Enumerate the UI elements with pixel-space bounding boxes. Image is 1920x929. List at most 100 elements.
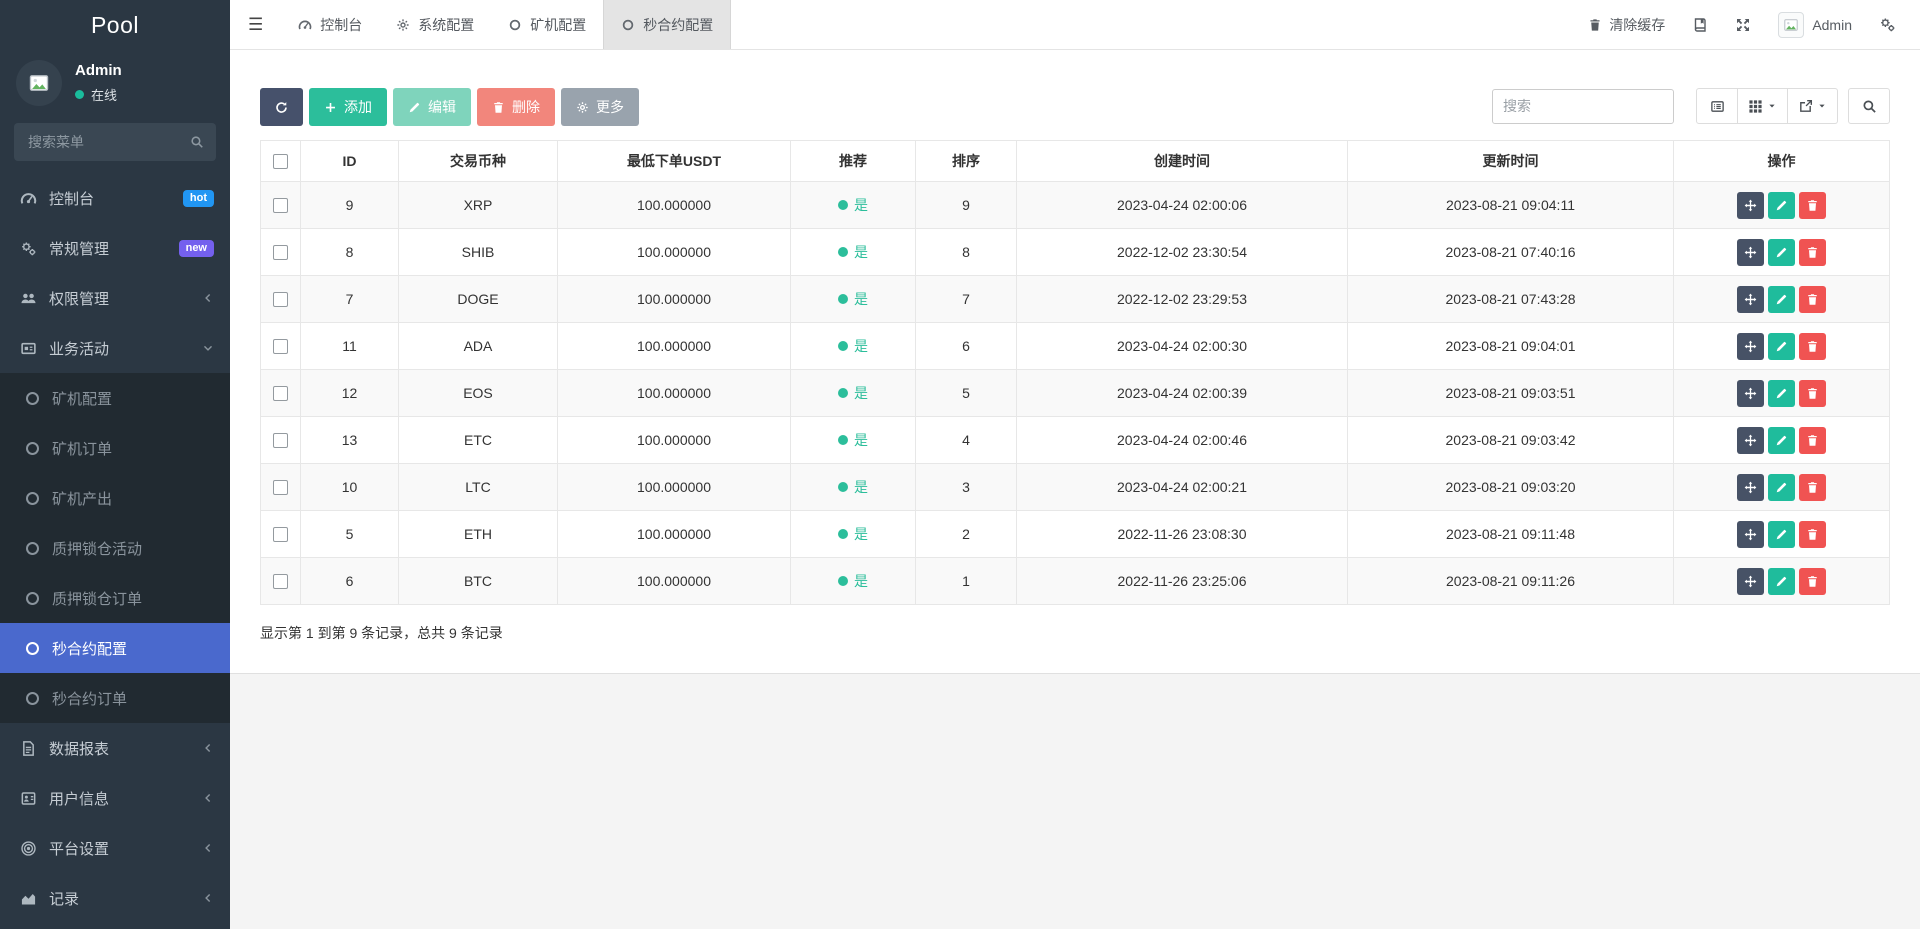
export-button[interactable] (1788, 88, 1838, 124)
cell-coin: DOGE (398, 275, 558, 323)
avatar[interactable] (16, 60, 62, 106)
row-checkbox[interactable] (273, 245, 288, 261)
table-row: 10 LTC 100.000000 是 3 2023-04-24 02:00:21 202… (260, 463, 1890, 511)
recommend-toggle[interactable]: 是 (838, 383, 868, 403)
move-row-button[interactable] (1737, 238, 1764, 266)
sidebar-subitem[interactable]: 矿机订单 (0, 423, 230, 473)
move-row-button[interactable] (1737, 473, 1764, 501)
edit-button[interactable]: 编辑 (393, 88, 471, 126)
columns-button[interactable] (1738, 88, 1788, 124)
sidebar-item[interactable]: 平台设置 (0, 823, 230, 873)
edit-row-button[interactable] (1768, 332, 1795, 360)
sidebar-subitem[interactable]: 矿机产出 (0, 473, 230, 523)
move-row-button[interactable] (1737, 520, 1764, 548)
delete-row-button[interactable] (1799, 379, 1826, 407)
fullscreen-icon[interactable] (1735, 17, 1751, 33)
refresh-button[interactable] (260, 88, 303, 126)
recommend-toggle[interactable]: 是 (838, 289, 868, 309)
move-icon (1744, 575, 1757, 588)
row-checkbox[interactable] (273, 386, 288, 402)
sidebar-item[interactable]: 业务活动 (0, 323, 230, 373)
delete-row-button[interactable] (1799, 285, 1826, 313)
cell-coin: XRP (398, 181, 558, 229)
trash-icon (1588, 18, 1602, 32)
sidebar-item[interactable]: 用户信息 (0, 773, 230, 823)
move-row-button[interactable] (1737, 567, 1764, 595)
navbar-tab[interactable]: 秒合约配置 (603, 0, 732, 49)
recommend-toggle[interactable]: 是 (838, 477, 868, 497)
user-menu[interactable]: Admin (1778, 11, 1852, 38)
sidebar-subitem[interactable]: 秒合约订单 (0, 673, 230, 723)
sidebar-item[interactable]: 记录 (0, 873, 230, 923)
detail-view-button[interactable] (1696, 88, 1738, 124)
sidebar-subitem[interactable]: 矿机配置 (0, 373, 230, 423)
row-checkbox[interactable] (273, 339, 288, 355)
edit-row-button[interactable] (1768, 285, 1795, 313)
recommend-toggle[interactable]: 是 (838, 195, 868, 215)
sidebar-subitem-label: 秒合约配置 (52, 640, 128, 658)
recommend-toggle[interactable]: 是 (838, 524, 868, 544)
delete-row-button[interactable] (1799, 191, 1826, 219)
sidebar-item[interactable]: 数据报表 (0, 723, 230, 773)
move-row-button[interactable] (1737, 285, 1764, 313)
delete-row-button[interactable] (1799, 520, 1826, 548)
move-icon (1744, 293, 1757, 306)
sidebar-item[interactable]: 权限管理 (0, 273, 230, 323)
cell-actions (1673, 228, 1890, 276)
edit-row-button[interactable] (1768, 426, 1795, 454)
more-button[interactable]: 更多 (561, 88, 639, 126)
move-row-button[interactable] (1737, 426, 1764, 454)
delete-row-button[interactable] (1799, 426, 1826, 454)
delete-row-button[interactable] (1799, 567, 1826, 595)
navbar-tab[interactable]: 控制台 (281, 0, 379, 49)
table-search-input[interactable] (1492, 88, 1674, 124)
row-checkbox[interactable] (273, 574, 288, 590)
move-row-button[interactable] (1737, 332, 1764, 360)
row-checkbox[interactable] (273, 433, 288, 449)
delete-button[interactable]: 删除 (477, 88, 555, 126)
hamburger-menu-button[interactable]: ☰ (230, 0, 281, 49)
edit-row-button[interactable] (1768, 567, 1795, 595)
edit-row-button[interactable] (1768, 520, 1795, 548)
recommend-toggle[interactable]: 是 (838, 242, 868, 262)
add-button[interactable]: 添加 (309, 88, 387, 126)
sidebar-subitem-active[interactable]: 秒合约配置 (0, 623, 230, 673)
settings-cogs-icon[interactable] (1879, 16, 1896, 33)
cell-actions (1673, 463, 1890, 511)
menu-search-input[interactable] (26, 133, 190, 151)
cell-id: 6 (300, 557, 399, 605)
navbar-tab[interactable]: 矿机配置 (491, 0, 603, 49)
content-card: 添加 编辑 删除 更多 搜索 ID 交易币种 最低下单USDT 推荐 排序 创建… (230, 50, 1920, 674)
sidebar-subitem[interactable]: 质押锁仓活动 (0, 523, 230, 573)
cell-coin: BTC (398, 557, 558, 605)
row-checkbox[interactable] (273, 480, 288, 496)
sidebar-item[interactable]: 常规管理 new (0, 223, 230, 273)
select-all-checkbox[interactable] (273, 154, 288, 170)
sidebar-subitem[interactable]: 质押锁仓订单 (0, 573, 230, 623)
column-header: 推荐 (790, 140, 916, 182)
move-row-button[interactable] (1737, 191, 1764, 219)
row-checkbox[interactable] (273, 292, 288, 308)
recommend-toggle[interactable]: 是 (838, 336, 868, 356)
recommend-toggle[interactable]: 是 (838, 571, 868, 591)
edit-row-button[interactable] (1768, 379, 1795, 407)
delete-row-button[interactable] (1799, 332, 1826, 360)
row-checkbox[interactable] (273, 198, 288, 214)
cell-recommend: 是 (790, 463, 916, 511)
sidebar-item[interactable]: 控制台 hot (0, 173, 230, 223)
search-button[interactable] (1848, 88, 1890, 124)
edit-row-button[interactable] (1768, 191, 1795, 219)
edit-row-button[interactable] (1768, 473, 1795, 501)
language-icon[interactable] (1692, 17, 1708, 33)
recommend-toggle[interactable]: 是 (838, 430, 868, 450)
delete-row-button[interactable] (1799, 473, 1826, 501)
row-checkbox[interactable] (273, 527, 288, 543)
delete-row-button[interactable] (1799, 238, 1826, 266)
clear-cache-button[interactable]: 清除缓存 (1588, 15, 1665, 35)
navbar-tab[interactable]: 系统配置 (379, 0, 491, 49)
pencil-icon (1775, 387, 1788, 400)
data-table: ID 交易币种 最低下单USDT 推荐 排序 创建时间 更新时间 操作 9 XRP 100.000… (260, 140, 1890, 605)
move-row-button[interactable] (1737, 379, 1764, 407)
cell-select (260, 181, 301, 229)
edit-row-button[interactable] (1768, 238, 1795, 266)
